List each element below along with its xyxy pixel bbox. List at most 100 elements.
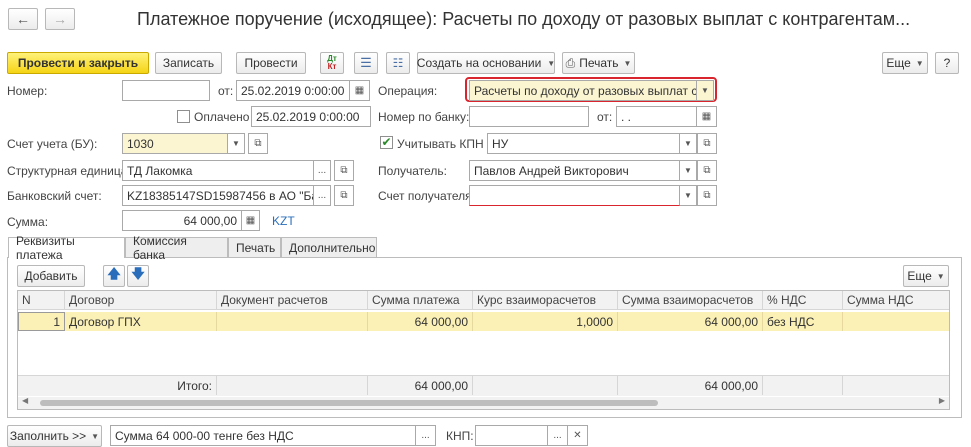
recipient-account-label: Счет получателя: <box>378 189 475 203</box>
printer-icon: ⎙ <box>565 55 576 70</box>
ellipsis-icon: ... <box>553 430 562 441</box>
add-row-button[interactable]: Добавить <box>17 265 85 287</box>
number-label: Номер: <box>7 84 48 98</box>
save-button[interactable]: Записать <box>155 52 222 74</box>
create-based-button[interactable]: Создать на основании ▼ <box>417 52 555 74</box>
recipient-dropdown-button[interactable]: ▼ <box>680 160 697 181</box>
row-vat-sum-cell[interactable] <box>843 312 949 331</box>
column-header-amount[interactable]: Сумма платежа <box>368 291 473 310</box>
recipient-open-button[interactable]: ⧉ <box>697 160 717 181</box>
row-vat-pct-cell[interactable]: без НДС <box>763 312 843 331</box>
row-contract-cell[interactable]: Договор ГПХ <box>65 312 217 331</box>
ellipsis-icon: ... <box>421 430 430 441</box>
recipient-account-dropdown-button[interactable]: ▼ <box>680 185 697 206</box>
unit-label: Структурная единица: <box>7 164 131 178</box>
row-document-cell[interactable] <box>217 312 368 331</box>
chevron-down-icon: ▼ <box>915 58 924 68</box>
row-settlement-cell[interactable]: 64 000,00 <box>618 312 763 331</box>
back-button[interactable]: ← <box>8 8 38 30</box>
column-header-n[interactable]: N <box>18 291 65 310</box>
bank-calendar-button[interactable]: ▦ <box>697 106 717 127</box>
column-header-document[interactable]: Документ расчетов <box>217 291 368 310</box>
table-more-button[interactable]: Еще ▼ <box>903 265 949 287</box>
post-button[interactable]: Провести <box>236 52 306 74</box>
chevron-down-icon: ▼ <box>547 58 556 68</box>
horizontal-scrollbar[interactable]: ◀ ▶ <box>18 396 949 409</box>
bank-account-open-button[interactable]: ⧉ <box>334 185 354 206</box>
chevron-down-icon: ▼ <box>684 166 692 175</box>
column-header-contract[interactable]: Договор <box>65 291 217 310</box>
scrollbar-thumb[interactable] <box>40 400 658 406</box>
column-header-vat-sum[interactable]: Сумма НДС <box>843 291 949 310</box>
forward-button[interactable]: → <box>45 8 75 30</box>
tab-print[interactable]: Печать <box>228 237 281 257</box>
help-button[interactable]: ? <box>935 52 959 74</box>
kpn-open-button[interactable]: ⧉ <box>697 133 717 154</box>
move-up-button[interactable]: 🡅 <box>103 265 125 287</box>
tab-bank-commission[interactable]: Комиссия банка <box>125 234 228 262</box>
dt-kt-button[interactable]: Дт Кт <box>320 52 344 74</box>
calendar-button[interactable]: ▦ <box>350 80 370 101</box>
payment-purpose-input[interactable]: Сумма 64 000-00 тенге без НДС <box>110 425 416 446</box>
scroll-right-icon[interactable]: ▶ <box>939 396 945 405</box>
move-down-button[interactable]: 🡇 <box>127 265 149 287</box>
bank-date-input[interactable]: . . <box>616 106 697 127</box>
bank-account-select-button[interactable]: ... <box>314 185 331 206</box>
print-button[interactable]: ⎙ Печать ▼ <box>562 52 635 74</box>
column-header-rate[interactable]: Курс взаиморасчетов <box>473 291 618 310</box>
footer-document-cell <box>217 376 368 395</box>
kpn-select[interactable]: НУ <box>487 133 680 154</box>
recipient-account-open-button[interactable]: ⧉ <box>697 185 717 206</box>
column-header-settlement[interactable]: Сумма взаиморасчетов <box>618 291 763 310</box>
operation-select[interactable]: Расчеты по доходу от разовых выплат с ко… <box>469 80 697 101</box>
recipient-account-input[interactable] <box>469 185 680 206</box>
unit-select-button[interactable]: ... <box>314 160 331 181</box>
operation-label: Операция: <box>378 84 438 98</box>
calendar-icon: ▦ <box>701 111 712 122</box>
open-link-icon: ⧉ <box>340 190 348 201</box>
account-dropdown-button[interactable]: ▼ <box>228 133 245 154</box>
chevron-down-icon: ▼ <box>91 431 100 441</box>
operation-dropdown-button[interactable]: ▼ <box>697 80 714 101</box>
structure-button[interactable]: ☷ <box>386 52 410 74</box>
knp-input[interactable] <box>475 425 548 446</box>
chevron-down-icon: ▼ <box>684 191 692 200</box>
fill-button[interactable]: Заполнить >> ▼ <box>7 425 102 447</box>
purpose-select-button[interactable]: ... <box>416 425 436 446</box>
payment-details-table[interactable]: N Договор Документ расчетов Сумма платеж… <box>17 290 950 410</box>
account-open-button[interactable]: ⧉ <box>248 133 268 154</box>
account-input[interactable]: 1030 <box>122 133 228 154</box>
open-link-icon: ⧉ <box>340 165 348 176</box>
bank-account-input[interactable]: KZ18385147SD15987456 в АО "Банк <box>122 185 314 206</box>
currency-link[interactable]: KZT <box>272 214 295 228</box>
post-and-close-button[interactable]: Провести и закрыть <box>7 52 149 74</box>
row-rate-cell[interactable]: 1,0000 <box>473 312 618 331</box>
row-n-cell[interactable]: 1 <box>18 312 65 331</box>
column-header-vat-pct[interactable]: % НДС <box>763 291 843 310</box>
knp-clear-button[interactable]: ✕ <box>568 425 588 446</box>
kpn-dropdown-button[interactable]: ▼ <box>680 133 697 154</box>
bank-number-input[interactable] <box>469 106 589 127</box>
paid-checkbox[interactable] <box>177 110 190 123</box>
row-amount-cell[interactable]: 64 000,00 <box>368 312 473 331</box>
unit-open-button[interactable]: ⧉ <box>334 160 354 181</box>
bank-date-label: от: <box>597 110 613 124</box>
document-list-button[interactable]: ☰ <box>354 52 378 74</box>
number-input[interactable] <box>122 80 210 101</box>
date-input[interactable]: 25.02.2019 0:00:00 <box>236 80 350 101</box>
tab-additional[interactable]: Дополнительно <box>281 237 377 257</box>
recipient-input[interactable]: Павлов Андрей Викторович <box>469 160 680 181</box>
chevron-down-icon: ▼ <box>701 86 709 95</box>
knp-select-button[interactable]: ... <box>548 425 568 446</box>
tab-payment-details[interactable]: Реквизиты платежа <box>8 234 125 262</box>
sum-input[interactable]: 64 000,00 <box>122 210 242 231</box>
more-button[interactable]: Еще ▼ <box>882 52 928 74</box>
kpn-checkbox[interactable]: ✔ <box>380 136 393 149</box>
arrow-left-icon: ← <box>16 11 30 27</box>
date-label: от: <box>218 84 234 98</box>
unit-input[interactable]: ТД Лакомка <box>122 160 314 181</box>
calculator-button[interactable]: ▦ <box>242 210 260 231</box>
bank-number-label: Номер по банку: <box>378 110 470 124</box>
paid-date-input[interactable]: 25.02.2019 0:00:00 <box>251 106 371 127</box>
scroll-left-icon[interactable]: ◀ <box>22 396 28 405</box>
